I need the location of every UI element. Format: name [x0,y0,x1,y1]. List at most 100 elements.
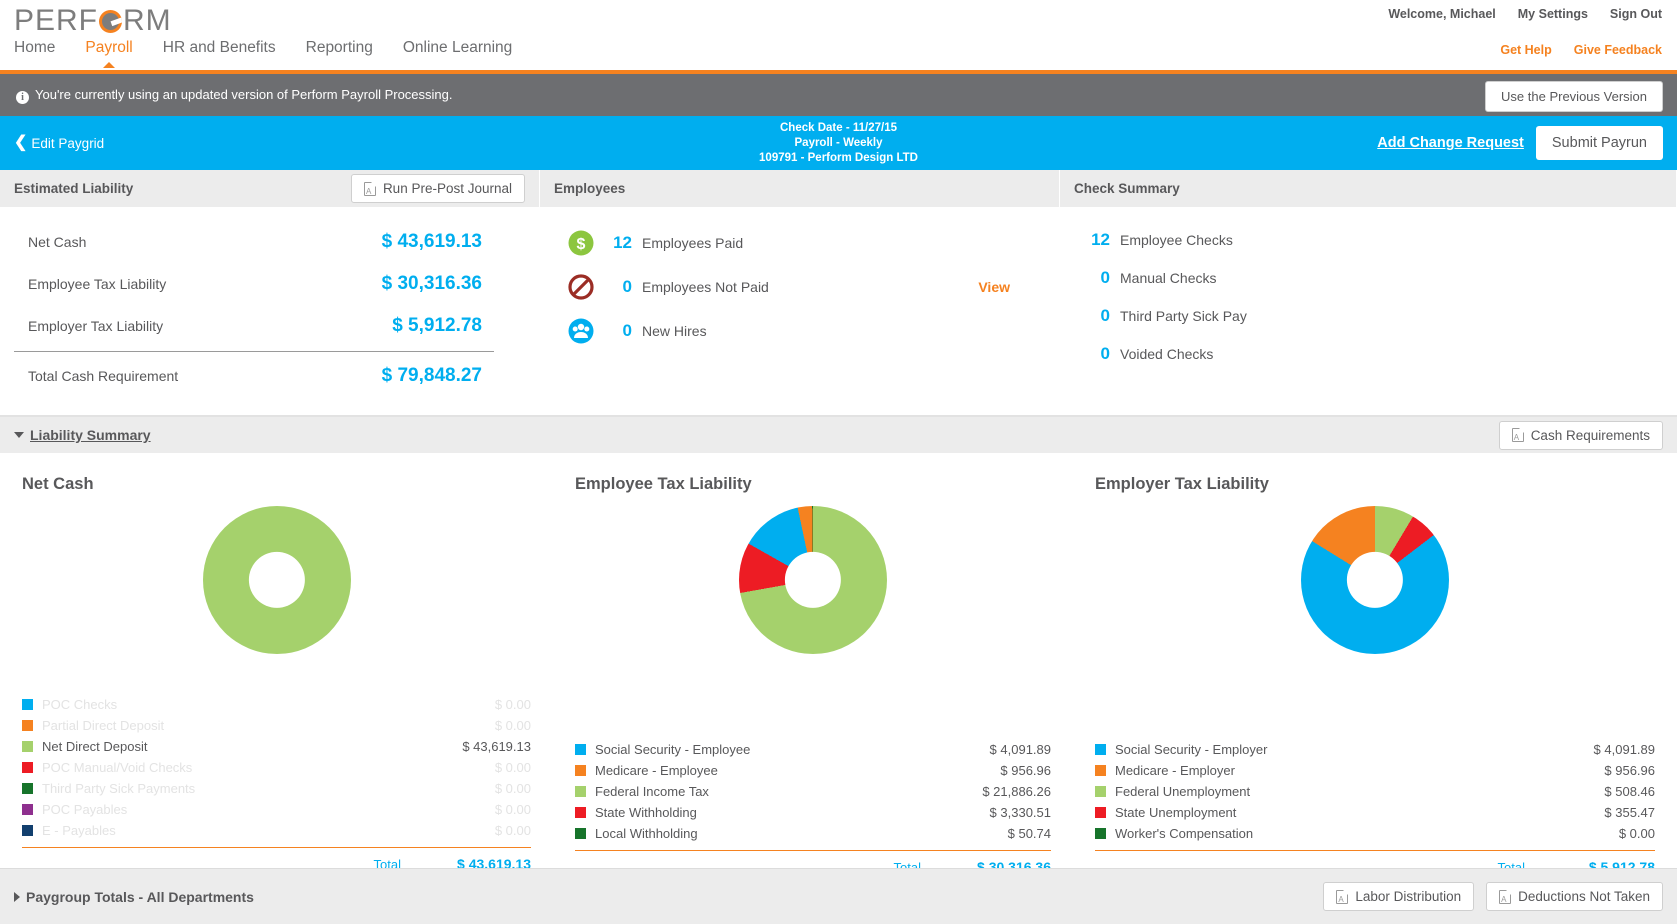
legend-value: $ 3,330.51 [989,805,1051,820]
payrun-actions: Add Change Request Submit Payrun [1377,126,1663,160]
edit-paygrid-link[interactable]: ❮ Edit Paygrid [14,135,104,151]
legend-label: Social Security - Employer [1115,742,1268,757]
net-cash-chart-panel: Net Cash POC Checks $ 0.00 Partial Direc… [0,463,553,875]
nav-item-hr-and-benefits[interactable]: HR and Benefits [159,39,280,57]
legend-value: $ 4,091.89 [989,742,1051,757]
nav-item-payroll[interactable]: Payroll [81,39,136,68]
deductions-not-taken-label: Deductions Not Taken [1518,889,1650,904]
paygroup-totals-label: Paygroup Totals - All Departments [26,888,254,905]
legend-label: POC Checks [42,697,118,712]
add-change-request-link[interactable]: Add Change Request [1377,135,1524,151]
deductions-not-taken-button[interactable]: Deductions Not Taken [1486,882,1663,911]
pdf-icon [363,181,376,196]
legend-swatch [22,699,33,710]
pdf-icon [1511,428,1524,442]
liability-label: Net Cash [28,234,87,250]
edit-paygrid-label: Edit Paygrid [31,135,105,151]
new-hires-icon [568,318,594,344]
cash-requirements-button[interactable]: Cash Requirements [1498,420,1663,450]
legend-swatch [22,720,33,731]
legend-value: $ 50.74 [1007,826,1051,841]
liability-summary-toggle[interactable]: Liability Summary [14,427,151,443]
check-summary-panel: Check Summary 12 Employee Checks 0 Manua… [1060,170,1677,415]
employees-paid-count: 12 [613,233,632,252]
logo-o-icon [99,10,123,33]
new-hires-count: 0 [622,321,632,340]
legend-value: $ 0.00 [494,718,531,733]
employees-body: $ 12 Employees Paid 0 Employees Not Paid… [540,207,1060,371]
new-hires-label: New Hires [642,323,707,339]
legend-item: Third Party Sick Payments $ 0.00 [22,778,531,799]
estimated-liability-rows: Net Cash $ 43,619.13 Employee Tax Liabil… [14,221,494,397]
employees-not-paid-count: 0 [622,277,632,296]
estimated-liability-header: Estimated Liability Run Pre-Post Journal [0,170,540,207]
legend-label: Federal Unemployment [1115,784,1251,799]
liability-summary-title: Liability Summary [30,427,151,443]
svg-text:$: $ [577,236,586,253]
legend-swatch [1095,828,1106,839]
legend-value: $ 0.00 [494,697,531,712]
user-navigation: Welcome, Michael My Settings Sign Out [1388,7,1662,21]
caret-right-icon [14,891,20,902]
legend-value: $ 4,091.89 [1593,742,1655,757]
check-summary-body: 12 Employee Checks 0 Manual Checks 0 Thi… [1060,207,1677,391]
total-cash-requirement-row: Total Cash Requirement $ 79,848.27 [14,351,494,397]
check-summary-title: Check Summary [1074,181,1180,196]
nav-item-reporting[interactable]: Reporting [302,39,377,57]
legend-item: Local Withholding $ 50.74 [575,823,1051,844]
legend-swatch [22,783,33,794]
use-previous-version-button[interactable]: Use the Previous Version [1485,81,1663,112]
legend-swatch [575,828,586,839]
liability-summary-header[interactable]: Liability Summary Cash Requirements [0,416,1677,453]
employer-tax-donut-wrap [1095,480,1655,680]
legend-value: $ 0.00 [494,823,531,838]
labor-distribution-label: Labor Distribution [1355,889,1462,904]
legend-item: State Unemployment $ 355.47 [1095,802,1655,823]
check-summary-row: 0 Voided Checks [1074,335,1663,373]
liability-row: Employer Tax Liability $ 5,912.78 [14,305,494,347]
check-summary-row: 12 Employee Checks [1074,221,1663,259]
legend-item: E - Payables $ 0.00 [22,820,531,841]
nav-item-home[interactable]: Home [10,39,59,57]
bottom-bar: Paygroup Totals - All Departments Labor … [0,868,1677,924]
give-feedback-link[interactable]: Give Feedback [1574,43,1662,57]
legend-swatch [1095,765,1106,776]
pdf-icon [1499,889,1512,904]
legend-value: $ 355.47 [1604,805,1655,820]
manual-checks-label: Manual Checks [1120,270,1217,286]
my-settings-link[interactable]: My Settings [1518,7,1588,21]
legend-label: Third Party Sick Payments [42,781,196,796]
voided-checks-count: 0 [1100,344,1110,363]
employee-checks-count: 12 [1091,230,1110,249]
legend-swatch [1095,786,1106,797]
legend-swatch [22,825,33,836]
submit-payrun-button[interactable]: Submit Payrun [1535,126,1663,160]
sign-out-link[interactable]: Sign Out [1610,7,1662,21]
employees-panel: Employees $ 12 Employees Paid 0 Employee… [540,170,1060,415]
chevron-left-icon: ❮ [14,134,28,151]
nav-item-online-learning[interactable]: Online Learning [399,39,516,57]
no-entry-icon [568,274,594,300]
labor-distribution-button[interactable]: Labor Distribution [1323,882,1475,911]
legend-item: State Withholding $ 3,330.51 [575,802,1051,823]
view-employees-not-paid-link[interactable]: View [978,279,1010,295]
legend-label: Local Withholding [595,826,698,841]
get-help-link[interactable]: Get Help [1500,43,1551,57]
legend-item: Medicare - Employee $ 956.96 [575,760,1051,781]
notification-text: You're currently using an updated versio… [35,87,453,102]
third-party-sick-pay-label: Third Party Sick Pay [1120,308,1247,324]
employee-checks-label: Employee Checks [1120,232,1233,248]
legend-swatch [575,765,586,776]
bottom-actions: Labor Distribution Deductions Not Taken [1323,882,1663,911]
net-cash-donut-wrap [22,480,531,680]
liability-label: Employer Tax Liability [28,318,164,334]
legend-item: POC Manual/Void Checks $ 0.00 [22,757,531,778]
legend-label: Social Security - Employee [595,742,751,757]
welcome-text: Welcome, Michael [1388,7,1496,21]
legend-value: $ 0.00 [494,760,531,775]
legend-label: Medicare - Employee [595,763,718,778]
caret-down-icon [14,432,24,438]
run-pre-post-journal-button[interactable]: Run Pre-Post Journal [350,174,525,203]
cash-requirements-label: Cash Requirements [1530,427,1650,443]
paygroup-totals-toggle[interactable]: Paygroup Totals - All Departments [14,889,254,905]
